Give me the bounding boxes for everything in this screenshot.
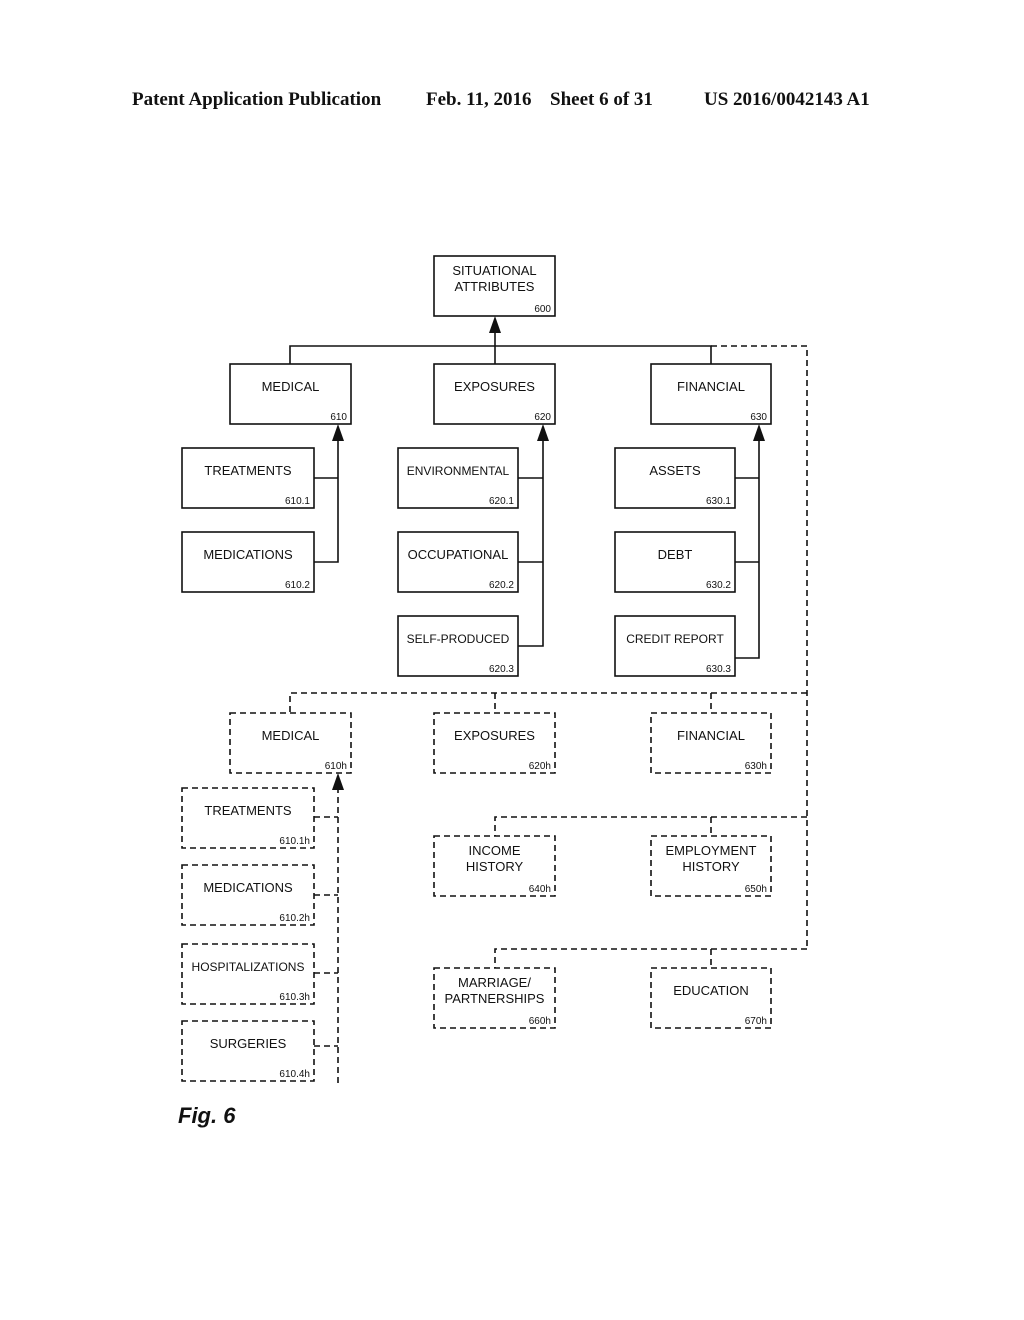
diagram-box-630h: FINANCIAL 630h bbox=[650, 712, 772, 774]
connector-history-bus-2 bbox=[494, 816, 807, 836]
diagram-box-650h: EMPLOYMENTHISTORY 650h bbox=[650, 835, 772, 897]
box-label: HOSPITALIZATIONS bbox=[192, 960, 305, 974]
reference-number: 640h bbox=[529, 884, 551, 895]
box-label: EDUCATION bbox=[673, 983, 749, 998]
box-label: TREATMENTS bbox=[204, 803, 291, 818]
connector-history-bus-1 bbox=[289, 692, 807, 713]
diagram-box-610.1h: TREATMENTS 610.1h bbox=[181, 787, 315, 849]
reference-number: 610.2h bbox=[279, 913, 310, 924]
box-label: SITUATIONAL bbox=[452, 263, 536, 278]
diagram-box-600: SITUATIONALATTRIBUTES 600 bbox=[433, 255, 556, 317]
arrow-to-620 bbox=[537, 424, 549, 441]
reference-number: 670h bbox=[745, 1016, 767, 1027]
box-label: HISTORY bbox=[466, 859, 524, 874]
box-label: SELF-PRODUCED bbox=[407, 632, 510, 646]
box-label: EXPOSURES bbox=[454, 379, 535, 394]
box-label: PARTNERSHIPS bbox=[445, 991, 545, 1006]
box-label: OCCUPATIONAL bbox=[408, 547, 509, 562]
diagram-box-620h: EXPOSURES 620h bbox=[433, 712, 556, 774]
box-label: MARRIAGE/ bbox=[458, 975, 531, 990]
box-label: INCOME bbox=[469, 843, 521, 858]
reference-number: 610h bbox=[325, 761, 347, 772]
reference-number: 610.4h bbox=[279, 1069, 310, 1080]
reference-number: 630 bbox=[750, 412, 767, 423]
reference-number: 610.2 bbox=[285, 580, 310, 591]
arrow-to-610h bbox=[332, 773, 344, 790]
reference-number: 630.2 bbox=[706, 580, 731, 591]
box-label: HISTORY bbox=[682, 859, 740, 874]
box-label: TREATMENTS bbox=[204, 463, 291, 478]
connector-top-bus bbox=[289, 345, 712, 364]
reference-number: 630.3 bbox=[706, 664, 731, 675]
box-label: EXPOSURES bbox=[454, 728, 535, 743]
diagram-box-620.3: SELF-PRODUCED 620.3 bbox=[397, 615, 519, 677]
diagram-box-610.1: TREATMENTS 610.1 bbox=[181, 447, 315, 509]
connector-610-2 bbox=[314, 440, 339, 563]
reference-number: 620 bbox=[534, 412, 551, 423]
diagram-box-610: MEDICAL 610 bbox=[229, 363, 352, 425]
arrow-to-610 bbox=[332, 424, 344, 441]
reference-number: 610.1 bbox=[285, 496, 310, 507]
reference-number: 630.1 bbox=[706, 496, 731, 507]
box-label: FINANCIAL bbox=[677, 379, 745, 394]
box-label: DEBT bbox=[658, 547, 693, 562]
box-label: MEDICATIONS bbox=[203, 547, 293, 562]
diagram-box-620.2: OCCUPATIONAL 620.2 bbox=[397, 531, 519, 593]
diagram-box-670h: EDUCATION 670h bbox=[650, 967, 772, 1029]
connector-630-3 bbox=[735, 440, 760, 659]
box-label: ATTRIBUTES bbox=[455, 279, 535, 294]
box-label: ASSETS bbox=[649, 463, 701, 478]
diagram-box-610h: MEDICAL 610h bbox=[229, 712, 352, 774]
figure-label: Fig. 6 bbox=[178, 1103, 236, 1128]
diagram-box-610.4h: SURGERIES 610.4h bbox=[181, 1020, 315, 1082]
box-label: EMPLOYMENT bbox=[665, 843, 756, 858]
diagram-box-620.1: ENVIRONMENTAL 620.1 bbox=[397, 447, 519, 509]
diagram-box-610.3h: HOSPITALIZATIONS 610.3h bbox=[181, 943, 315, 1005]
diagram-box-610.2: MEDICATIONS 610.2 bbox=[181, 531, 315, 593]
reference-number: 630h bbox=[745, 761, 767, 772]
reference-number: 650h bbox=[745, 884, 767, 895]
arrow-to-630 bbox=[753, 424, 765, 441]
diagram-box-660h: MARRIAGE/PARTNERSHIPS 660h bbox=[433, 967, 556, 1029]
arrow-to-root bbox=[489, 316, 501, 333]
diagram-box-620: EXPOSURES 620 bbox=[433, 363, 556, 425]
box-label: ENVIRONMENTAL bbox=[407, 464, 510, 478]
reference-number: 660h bbox=[529, 1016, 551, 1027]
diagram-box-640h: INCOMEHISTORY 640h bbox=[433, 835, 556, 897]
box-label: SURGERIES bbox=[210, 1036, 287, 1051]
box-label: MEDICAL bbox=[262, 728, 320, 743]
box-label: FINANCIAL bbox=[677, 728, 745, 743]
diagram-box-630: FINANCIAL 630 bbox=[650, 363, 772, 425]
connector-history-bus-3 bbox=[494, 948, 807, 968]
reference-number: 610.3h bbox=[279, 992, 310, 1003]
diagram-box-610.2h: MEDICATIONS 610.2h bbox=[181, 864, 315, 926]
reference-number: 620.3 bbox=[489, 664, 514, 675]
box-label: MEDICAL bbox=[262, 379, 320, 394]
situational-attributes-diagram: SITUATIONALATTRIBUTES 600 MEDICAL 610 EXPOSU… bbox=[181, 255, 808, 1083]
reference-number: 610.1h bbox=[279, 836, 310, 847]
reference-number: 620.2 bbox=[489, 580, 514, 591]
diagram-box-630.1: ASSETS 630.1 bbox=[614, 447, 736, 509]
diagram-boxes: SITUATIONALATTRIBUTES 600 MEDICAL 610 EXPOSU… bbox=[181, 255, 772, 1082]
reference-number: 620.1 bbox=[489, 496, 514, 507]
diagram-box-630.3: CREDIT REPORT 630.3 bbox=[614, 615, 736, 677]
connector-620-3 bbox=[518, 440, 544, 647]
diagram-box-630.2: DEBT 630.2 bbox=[614, 531, 736, 593]
reference-number: 610 bbox=[330, 412, 347, 423]
reference-number: 600 bbox=[534, 304, 551, 315]
box-label: MEDICATIONS bbox=[203, 880, 293, 895]
box-label: CREDIT REPORT bbox=[626, 632, 724, 646]
reference-number: 620h bbox=[529, 761, 551, 772]
